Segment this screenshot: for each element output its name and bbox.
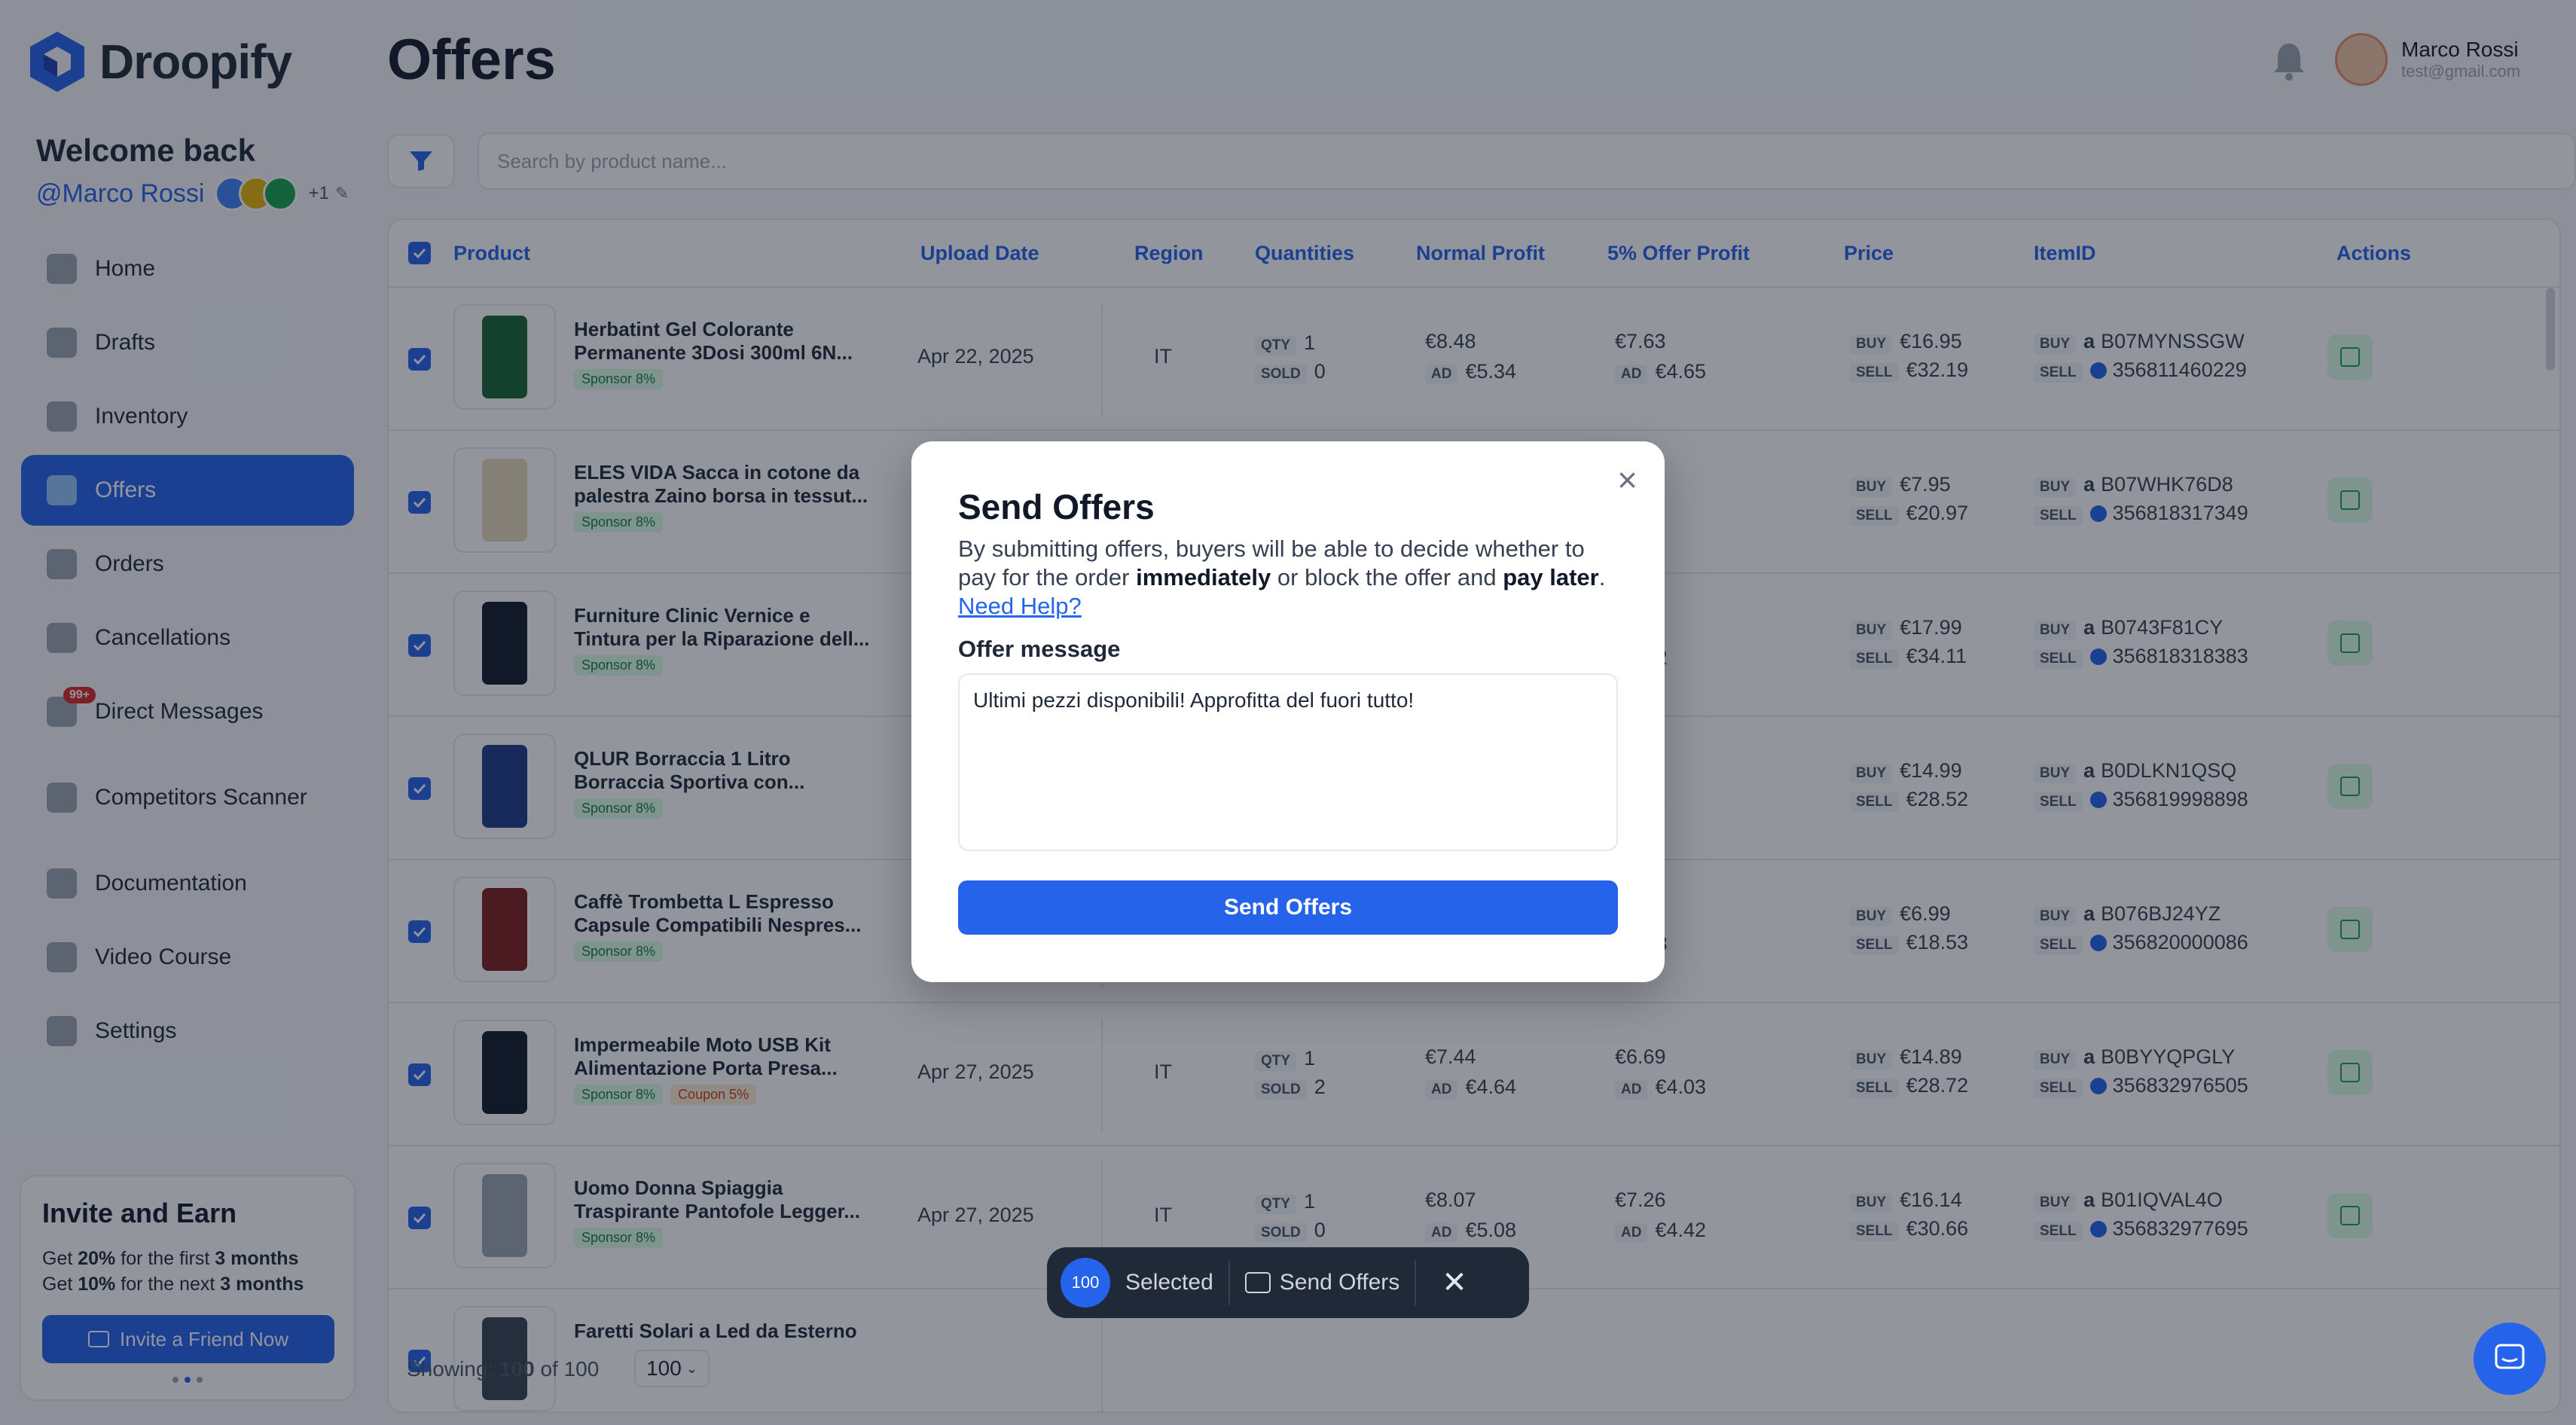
bulk-action-bar: 100 Selected Send Offers ✕ — [1047, 1247, 1529, 1318]
bulk-send-offers-button[interactable]: Send Offers — [1244, 1270, 1400, 1295]
modal-title: Send Offers — [958, 487, 1155, 526]
close-icon[interactable]: × — [1617, 462, 1637, 497]
offer-message-label: Offer message — [958, 636, 1121, 662]
chat-icon — [2495, 1344, 2525, 1369]
need-help-link[interactable]: Need Help? — [958, 593, 1082, 619]
offer-message-field[interactable]: Ultimi pezzi disponibili! Approfitta del… — [958, 673, 1618, 851]
close-icon[interactable]: ✕ — [1442, 1265, 1467, 1300]
send-offers-button[interactable]: Send Offers — [958, 880, 1618, 935]
modal-description: By submitting offers, buyers will be abl… — [958, 536, 1606, 619]
bulk-send-label: Send Offers — [1279, 1270, 1400, 1295]
send-offers-modal: × Send Offers By submitting offers, buye… — [911, 441, 1665, 982]
offer-icon — [1244, 1272, 1271, 1293]
selected-count: 100 — [1061, 1258, 1110, 1308]
selected-label: Selected — [1125, 1270, 1213, 1295]
chat-support-button[interactable] — [2474, 1323, 2546, 1395]
